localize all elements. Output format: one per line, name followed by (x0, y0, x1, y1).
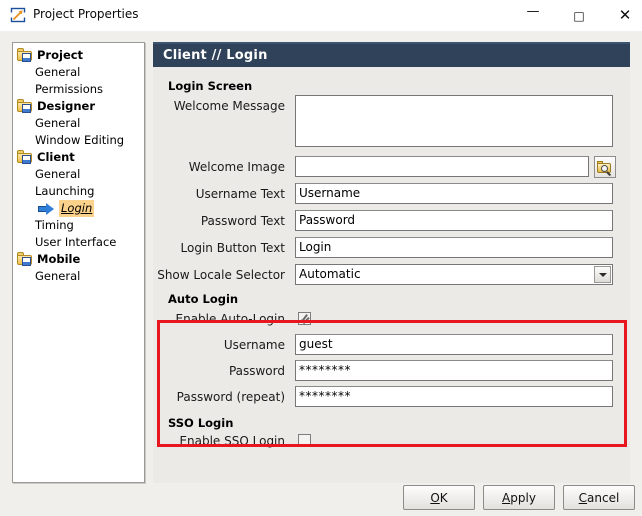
label-auto-login-username: Username (223, 338, 285, 352)
dialog-content: Project General Permissions Designer General… (0, 31, 642, 516)
tree-item-label: Designer (37, 99, 96, 113)
cancel-button-label: Cancel (578, 490, 620, 505)
label-welcome-message: Welcome Message (173, 99, 285, 113)
tree-item-label: Timing (35, 218, 74, 232)
tree-item-label: Permissions (35, 82, 104, 96)
cancel-button[interactable]: Cancel (563, 485, 635, 510)
apply-button[interactable]: Apply (483, 485, 555, 510)
show-locale-selector-combobox[interactable]: Automatic (295, 264, 613, 285)
label-username-text: Username Text (195, 187, 285, 201)
tree-item-label: User Interface (35, 235, 117, 249)
label-enable-auto-login: Enable Auto-Login (175, 312, 285, 326)
welcome-image-input[interactable] (295, 156, 589, 177)
show-locale-selector-value: Automatic (299, 267, 361, 281)
folder-icon (17, 150, 34, 164)
settings-panel: Client // Login Login Screen Welcome Mes… (153, 42, 630, 483)
folder-search-icon (597, 161, 613, 176)
tree-item-permissions[interactable]: Permissions (13, 81, 144, 98)
welcome-image-browse-button[interactable] (594, 156, 616, 178)
tree-item-label: General (35, 269, 81, 283)
tree-item-label: Window Editing (35, 133, 125, 147)
panel-header: Client // Login (153, 42, 630, 67)
tree-item-label: General (35, 116, 81, 130)
ok-button[interactable]: OK (403, 485, 475, 510)
folder-icon (17, 99, 34, 113)
tree-item-label: General (35, 65, 81, 79)
label-password-text: Password Text (200, 214, 285, 228)
section-title-auto-login: Auto Login (168, 292, 239, 306)
tree-item-timing[interactable]: Timing (13, 217, 144, 234)
chevron-down-icon[interactable] (594, 266, 611, 283)
maximize-icon: □ (573, 8, 585, 23)
tree-item-designer[interactable]: Designer (13, 98, 144, 115)
tree-item-label: Mobile (37, 252, 81, 266)
title-bar: Project Properties — □ ✕ (0, 0, 642, 31)
welcome-message-textarea[interactable] (295, 95, 613, 147)
tree-item-general[interactable]: General (13, 64, 144, 81)
tree-item-label: Login (59, 200, 95, 217)
minimize-button[interactable]: — (510, 0, 556, 31)
section-title-sso-login: SSO Login (168, 416, 234, 430)
label-welcome-image: Welcome Image (188, 160, 285, 174)
tree-item-login[interactable]: Login (13, 200, 144, 217)
close-icon: ✕ (618, 6, 632, 24)
tree-item-label: General (35, 167, 81, 181)
close-button[interactable]: ✕ (602, 0, 642, 31)
app-arrow-icon (10, 7, 26, 23)
label-enable-sso-login: Enable SSO Login (179, 434, 285, 448)
tree-item-client[interactable]: Client (13, 149, 144, 166)
username-text-input[interactable]: Username (295, 183, 613, 204)
panel-header-title: Client // Login (163, 48, 268, 63)
enable-auto-login-checkbox[interactable] (298, 312, 311, 325)
maximize-button[interactable]: □ (556, 0, 602, 31)
label-login-button-text: Login Button Text (180, 241, 285, 255)
label-auto-login-password: Password (228, 364, 285, 378)
auto-login-username-input[interactable]: guest (295, 334, 613, 355)
enable-sso-login-checkbox[interactable] (298, 434, 311, 447)
tree-item-user-interface[interactable]: User Interface (13, 234, 144, 251)
auto-login-password-repeat-input[interactable]: ******** (295, 386, 613, 407)
password-text-input[interactable]: Password (295, 210, 613, 231)
tree-item-label: Client (37, 150, 75, 164)
settings-tree[interactable]: Project General Permissions Designer General… (12, 42, 145, 483)
apply-button-label: Apply (502, 490, 536, 505)
section-title-login-screen: Login Screen (168, 79, 253, 93)
login-button-text-input[interactable]: Login (295, 237, 613, 258)
ok-button-label: OK (430, 490, 448, 505)
project-properties-window: Project Properties — □ ✕ Project General P… (0, 0, 642, 516)
label-auto-login-password-repeat: Password (repeat) (176, 390, 285, 404)
folder-icon (17, 252, 34, 266)
tree-item-window-editing[interactable]: Window Editing (13, 132, 144, 149)
selected-arrow-icon (38, 203, 55, 215)
tree-item-label: Project (37, 48, 84, 62)
tree-item-mobile[interactable]: Mobile (13, 251, 144, 268)
auto-login-password-input[interactable]: ******** (295, 360, 613, 381)
folder-icon (17, 48, 34, 62)
tree-item-general[interactable]: General (13, 115, 144, 132)
label-show-locale-selector: Show Locale Selector (157, 268, 285, 282)
window-title: Project Properties (33, 7, 139, 21)
tree-item-general[interactable]: General (13, 166, 144, 183)
tree-item-general[interactable]: General (13, 268, 144, 285)
tree-item-label: Launching (35, 184, 95, 198)
tree-item-launching[interactable]: Launching (13, 183, 144, 200)
tree-item-project[interactable]: Project (13, 47, 144, 64)
minimize-icon: — (526, 4, 540, 19)
